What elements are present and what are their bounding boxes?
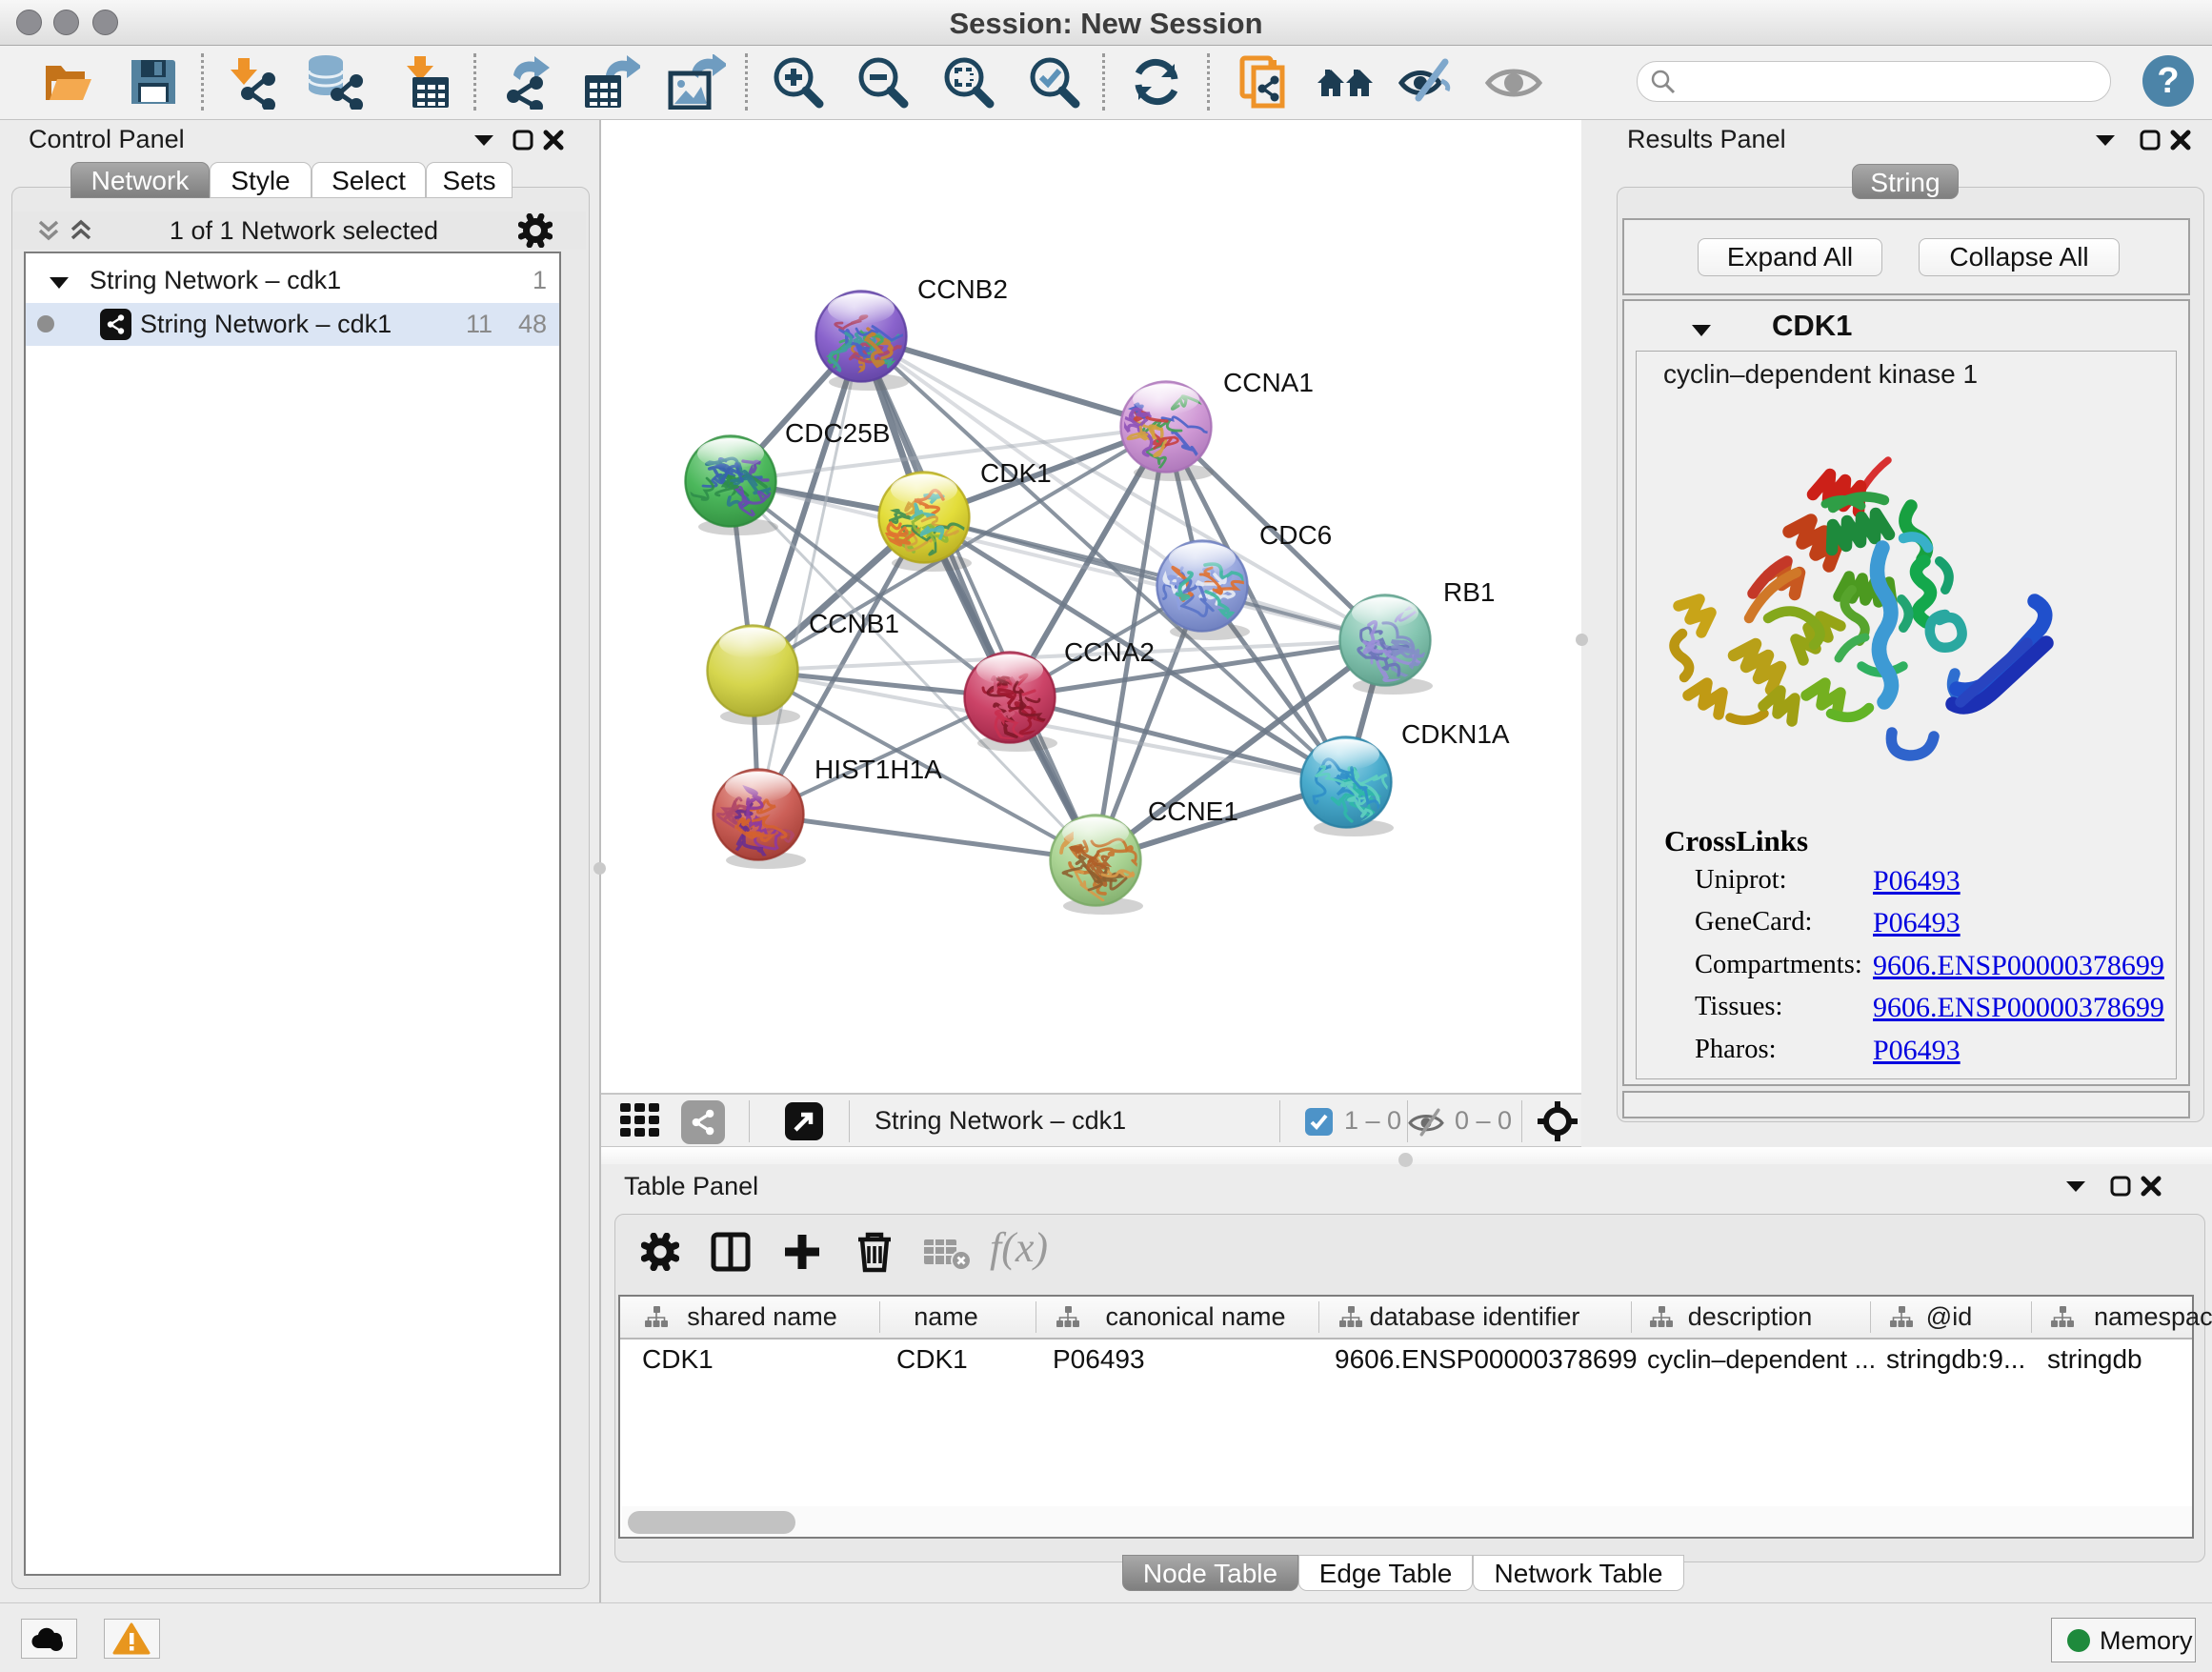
svg-text:CDC25B: CDC25B bbox=[785, 418, 890, 448]
svg-text:CDK1: CDK1 bbox=[980, 458, 1052, 488]
svg-text:HIST1H1A: HIST1H1A bbox=[814, 755, 942, 784]
svg-text:CDKN1A: CDKN1A bbox=[1401, 719, 1510, 749]
svg-text:CCNB1: CCNB1 bbox=[809, 609, 899, 638]
svg-text:CCNE1: CCNE1 bbox=[1148, 796, 1238, 826]
svg-text:?: ? bbox=[2157, 61, 2179, 101]
svg-text:CCNB2: CCNB2 bbox=[917, 274, 1008, 304]
svg-text:RB1: RB1 bbox=[1443, 577, 1495, 607]
svg-text:CCNA1: CCNA1 bbox=[1223, 368, 1314, 397]
svg-text:CCNA2: CCNA2 bbox=[1064, 637, 1155, 667]
svg-text:CDC6: CDC6 bbox=[1259, 520, 1332, 550]
